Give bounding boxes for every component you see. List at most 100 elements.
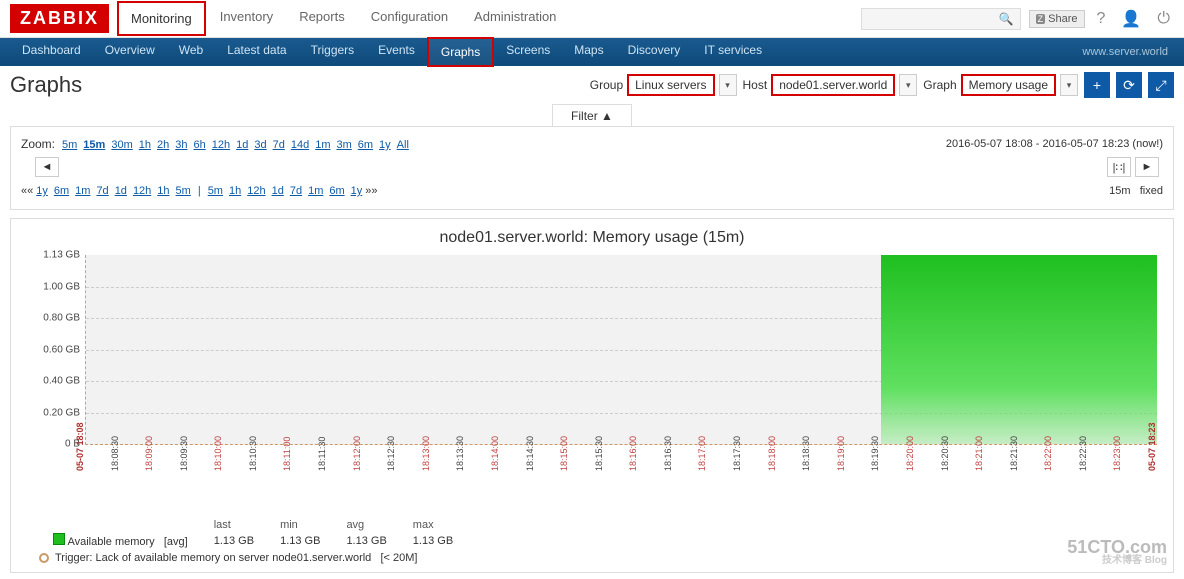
add-button[interactable]: + <box>1084 72 1110 98</box>
xtick: 18:21:00 <box>974 436 984 471</box>
shift-shift-left-5m[interactable]: 5m <box>176 185 191 197</box>
shift-shift-right-5m[interactable]: 5m <box>208 185 223 197</box>
host-label: Host <box>743 78 768 92</box>
subnav-maps[interactable]: Maps <box>562 37 615 67</box>
chevron-down-icon[interactable]: ▾ <box>1060 74 1078 96</box>
shift-shift-left-1h[interactable]: 1h <box>157 185 169 197</box>
chevron-down-icon[interactable]: ▾ <box>899 74 917 96</box>
legend-min: 1.13 GB <box>268 533 332 548</box>
graph-select[interactable]: Memory usage <box>961 74 1056 96</box>
xtick: 18:14:00 <box>490 436 500 471</box>
subnav-it-services[interactable]: IT services <box>692 37 774 67</box>
shift-shift-right-1h[interactable]: 1h <box>229 185 241 197</box>
zoom-1m[interactable]: 1m <box>315 139 330 151</box>
trigger-label: Trigger: Lack of available memory on ser… <box>55 552 417 564</box>
shift-shift-right-6m[interactable]: 6m <box>329 185 344 197</box>
group-label: Group <box>590 78 623 92</box>
ytick: 1.00 GB <box>22 281 80 292</box>
shift-shift-left-6m[interactable]: 6m <box>54 185 69 197</box>
zoom-3d[interactable]: 3d <box>254 139 266 151</box>
xtick: 18:11:30 <box>317 437 327 471</box>
legend-hdr-avg: avg <box>334 519 398 531</box>
zoom-1h[interactable]: 1h <box>139 139 151 151</box>
zoom-6m[interactable]: 6m <box>358 139 373 151</box>
subnav-triggers[interactable]: Triggers <box>299 37 367 67</box>
subnav-dashboard[interactable]: Dashboard <box>10 37 93 67</box>
ytick: 0.80 GB <box>22 313 80 324</box>
filter-toggle[interactable]: Filter ▲ <box>552 104 632 127</box>
legend-hdr-min: min <box>268 519 332 531</box>
zoom-5m[interactable]: 5m <box>62 139 77 151</box>
chevron-down-icon[interactable]: ▾ <box>719 74 737 96</box>
zoom-1y[interactable]: 1y <box>379 139 391 151</box>
user-icon[interactable]: 👤 <box>1117 9 1145 29</box>
help-icon[interactable]: ? <box>1093 10 1110 28</box>
xtick: 18:09:30 <box>179 436 189 471</box>
zoom-12h[interactable]: 12h <box>212 139 230 151</box>
ytick: 0.40 GB <box>22 376 80 387</box>
zoom-15m[interactable]: 15m <box>83 139 105 151</box>
xtick: 18:08:30 <box>110 436 120 471</box>
zoom-2h[interactable]: 2h <box>157 139 169 151</box>
zoom-7d[interactable]: 7d <box>273 139 285 151</box>
xtick: 18:10:30 <box>248 436 258 471</box>
xtick: 18:15:00 <box>559 436 569 471</box>
subnav-web[interactable]: Web <box>167 37 215 67</box>
refresh-button[interactable]: ⟳ <box>1116 72 1142 98</box>
xtick: 18:10:00 <box>213 436 223 471</box>
shift-left-prefix: «« <box>21 185 33 197</box>
topnav-reports[interactable]: Reports <box>287 1 357 36</box>
search-input[interactable]: 🔍 <box>861 8 1021 30</box>
subnav-discovery[interactable]: Discovery <box>616 37 693 67</box>
xtick: 18:22:30 <box>1078 436 1088 471</box>
fullscreen-button[interactable]: ⤢ <box>1148 72 1174 98</box>
shift-shift-right-12h[interactable]: 12h <box>247 185 265 197</box>
xtick: 18:17:00 <box>697 436 707 471</box>
shift-shift-left-1y[interactable]: 1y <box>36 185 48 197</box>
group-select[interactable]: Linux servers <box>627 74 714 96</box>
shift-right-suffix: »» <box>365 185 377 197</box>
topnav-monitoring[interactable]: Monitoring <box>117 1 206 36</box>
shift-shift-right-1m[interactable]: 1m <box>308 185 323 197</box>
legend-swatch-green <box>53 533 65 545</box>
subnav-graphs[interactable]: Graphs <box>427 37 494 67</box>
search-icon: 🔍 <box>999 12 1014 26</box>
shift-shift-left-12h[interactable]: 12h <box>133 185 151 197</box>
shift-shift-right-1y[interactable]: 1y <box>351 185 363 197</box>
subnav-overview[interactable]: Overview <box>93 37 167 67</box>
zoom-14d[interactable]: 14d <box>291 139 309 151</box>
zoom-1d[interactable]: 1d <box>236 139 248 151</box>
subnav-events[interactable]: Events <box>366 37 427 67</box>
nav-right-button[interactable]: ► <box>1135 157 1159 177</box>
ytick: 0.60 GB <box>22 344 80 355</box>
shift-shift-right-7d[interactable]: 7d <box>290 185 302 197</box>
zoom-3h[interactable]: 3h <box>175 139 187 151</box>
xtick: 18:23:00 <box>1112 436 1122 471</box>
host-select[interactable]: node01.server.world <box>771 74 895 96</box>
xtick: 05-07 18:08 <box>75 422 85 471</box>
chart-plot[interactable]: 1.13 GB1.00 GB0.80 GB0.60 GB0.40 GB0.20 … <box>85 255 1157 475</box>
power-icon[interactable]: ⏻ <box>1153 10 1174 28</box>
shift-shift-left-7d[interactable]: 7d <box>96 185 108 197</box>
shift-shift-left-1m[interactable]: 1m <box>75 185 90 197</box>
page-title: Graphs <box>10 72 82 98</box>
nav-left-button[interactable]: ◄ <box>35 157 59 177</box>
shift-shift-left-1d[interactable]: 1d <box>115 185 127 197</box>
topnav-configuration[interactable]: Configuration <box>359 1 460 36</box>
legend-agg: [avg] <box>164 536 188 548</box>
xtick: 18:21:30 <box>1009 436 1019 471</box>
nav-mid-button[interactable]: |∷| <box>1107 157 1131 177</box>
legend-last: 1.13 GB <box>202 533 266 548</box>
zoom-6h[interactable]: 6h <box>193 139 205 151</box>
share-button[interactable]: ZShare <box>1029 10 1085 28</box>
zoom-3m[interactable]: 3m <box>336 139 351 151</box>
topnav-inventory[interactable]: Inventory <box>208 1 285 36</box>
zoom-All[interactable]: All <box>397 139 409 151</box>
ytick: 1.13 GB <box>22 250 80 261</box>
topnav-administration[interactable]: Administration <box>462 1 568 36</box>
zoom-30m[interactable]: 30m <box>111 139 132 151</box>
brand-logo[interactable]: ZABBIX <box>10 4 109 33</box>
subnav-latest-data[interactable]: Latest data <box>215 37 298 67</box>
shift-shift-right-1d[interactable]: 1d <box>272 185 284 197</box>
subnav-screens[interactable]: Screens <box>494 37 562 67</box>
